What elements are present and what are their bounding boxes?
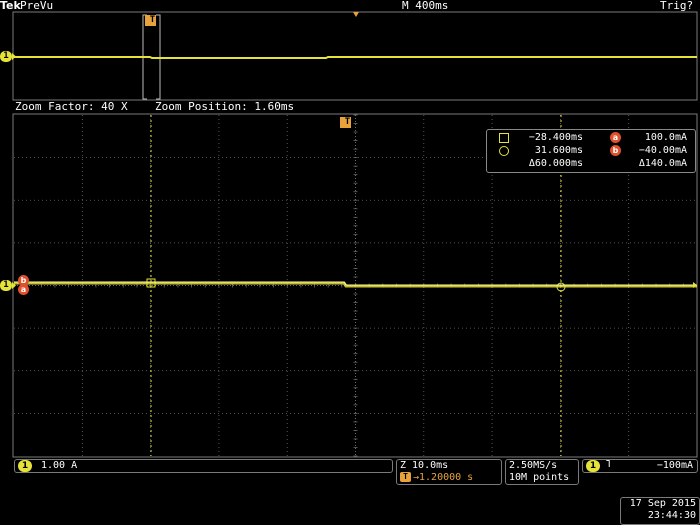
datetime-panel: 17 Sep 2015 23:44:30	[620, 497, 700, 525]
trigger-level: −100mA	[656, 460, 693, 471]
record-length: 10M points	[509, 472, 570, 483]
zoom-timebase-panel[interactable]: Z 10.0ms T →1.20000 s	[396, 459, 502, 485]
overview-trace	[14, 56, 697, 59]
delta-value: Δ140.0mA	[638, 158, 687, 169]
time: 23:44:30	[647, 510, 696, 521]
ch1-scale: 1.00 A	[41, 460, 78, 471]
sample-rate: 2.50MS/s	[509, 460, 558, 471]
ch1-scale-panel[interactable]: 1 1.00 A	[14, 459, 393, 473]
trigger-position: →1.20000 s	[413, 472, 474, 483]
delta-time: Δ60.000ms	[528, 158, 583, 169]
overview-channel-label: 1	[3, 51, 9, 61]
zoom-trigger-label: T	[344, 117, 351, 127]
scope-display	[0, 11, 698, 458]
zoom-factor: Zoom Factor: 40 X	[15, 100, 128, 113]
ch1-badge: 1	[18, 460, 32, 472]
acquisition-panel[interactable]: 2.50MS/s 10M points	[505, 459, 579, 485]
zoom-channel-label: 1	[3, 280, 9, 290]
overview-trigger-label: T	[149, 15, 156, 25]
overview-window	[12, 11, 698, 101]
trigger-panel[interactable]: 1 ˥ −100mA	[582, 459, 698, 473]
cursor-b-value: −40.00mA	[638, 145, 687, 156]
zoom-position: Zoom Position: 1.60ms	[155, 100, 295, 113]
cursor-a-value: 100.0mA	[644, 132, 687, 143]
cursor-readout[interactable]: −28.400ms a 100.0mA 31.600ms b −40.00mA …	[486, 129, 696, 173]
zoom-scale: Z 10.0ms	[400, 460, 449, 471]
date: 17 Sep 2015	[629, 498, 696, 509]
trigger-source-badge: 1	[586, 460, 600, 472]
trigger-position-icon: T	[400, 472, 411, 482]
cursor-b-time: 31.600ms	[534, 145, 583, 156]
cursor-a-time: −28.400ms	[528, 132, 583, 143]
trigger-slope-icon: ˥	[605, 459, 612, 470]
cursor-a-level-badge: a	[18, 284, 29, 295]
